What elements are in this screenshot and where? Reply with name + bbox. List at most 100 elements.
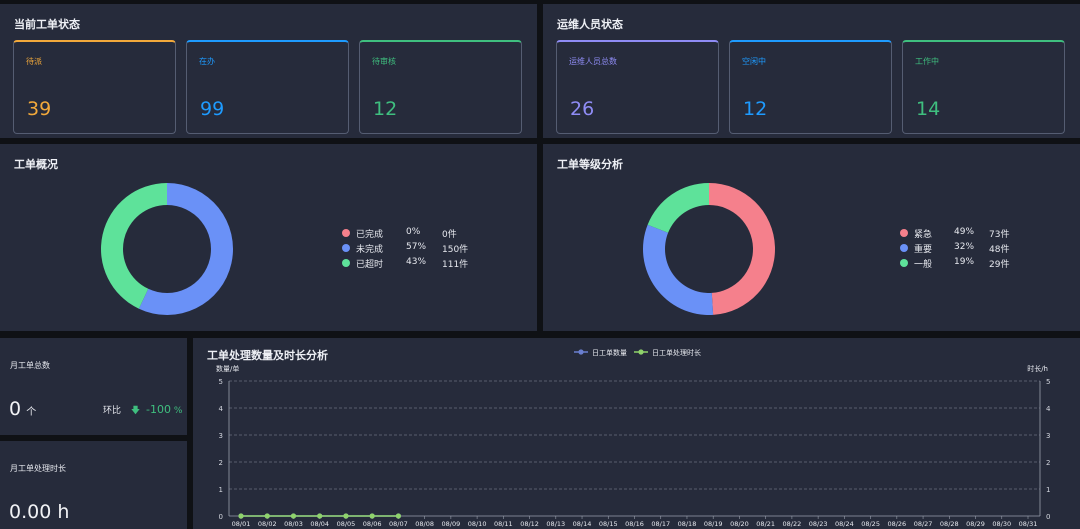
legend-name: 已完成 (356, 230, 384, 240)
x-tick-label: 08/03 (284, 520, 303, 528)
compare-row: 环比 🡇 -100 % (103, 403, 182, 419)
pending-review-card[interactable]: 待审核 12 (359, 40, 522, 134)
y2-tick-label: 5 (1046, 378, 1050, 386)
monthly-total-panel: 月工单总数 0 个 环比 🡇 -100 % (0, 338, 187, 435)
donut-segment[interactable] (100, 183, 167, 309)
y-tick-label: 0 (219, 513, 223, 521)
compare-unit: % (173, 406, 183, 416)
legend-dot (342, 229, 350, 237)
x-tick-label: 08/29 (966, 520, 985, 528)
y2-tick-label: 3 (1046, 432, 1050, 440)
donut-segments (643, 183, 776, 315)
idle-staff-card[interactable]: 空闲中 12 (729, 40, 892, 134)
monthly-total-label: 月工单总数 (10, 361, 50, 370)
trend-chart-panel: 工单处理数量及时长分析 0 0 1 1 2 2 3 3 4 4 5 5 数量/单 时长/h 08/01 08/… (193, 338, 1080, 529)
x-tick-label: 08/17 (651, 520, 670, 528)
data-point[interactable] (317, 513, 323, 519)
y2-tick-label: 2 (1046, 459, 1050, 467)
legend-pct: 57% (406, 242, 427, 252)
overview-donut[interactable] (100, 182, 234, 316)
legend-count: 150件 (442, 245, 469, 255)
legend-name: 一般 (914, 260, 933, 270)
staff-status-panel: 运维人员状态 运维人员总数 26 空闲中 12 工作中 14 (543, 4, 1080, 138)
legend-pct: 19% (954, 257, 975, 267)
x-tick-label: 08/31 (1019, 520, 1038, 528)
x-tick-label: 08/23 (809, 520, 828, 528)
legend-pct: 43% (406, 257, 427, 267)
y-tick-label: 1 (219, 486, 223, 494)
card-value: 39 (27, 98, 52, 120)
x-tick-label: 08/04 (310, 520, 329, 528)
legend-name: 重要 (914, 245, 933, 255)
legend-pct: 49% (954, 227, 975, 237)
card-value: 12 (743, 98, 768, 120)
data-point[interactable] (238, 513, 244, 519)
panel-title: 工单概况 (14, 158, 58, 171)
legend-pct: 32% (954, 242, 975, 252)
level-donut[interactable] (642, 182, 776, 316)
monthly-duration-panel: 月工单处理时长 0.00 h (0, 441, 187, 529)
compare-label: 环比 (103, 406, 122, 416)
legend-count: 29件 (989, 260, 1010, 270)
card-label: 运维人员总数 (569, 57, 617, 66)
y2-axis-label: 时长/h (1027, 364, 1048, 373)
legend-label[interactable]: 日工单数量 (592, 348, 627, 357)
card-value: 99 (200, 98, 225, 120)
legend-name: 未完成 (356, 245, 384, 255)
arrow-down-icon: 🡇 (130, 406, 141, 416)
level-legend: 紧急 49% 73件 重要 32% 48件 一般 19% 29件 (900, 227, 1060, 271)
legend-dot (342, 244, 350, 252)
legend-pct: 0% (406, 227, 421, 237)
legend-count: 73件 (989, 230, 1010, 240)
y2-tick-label: 1 (1046, 486, 1050, 494)
overview-legend: 已完成 0% 0件 未完成 57% 150件 已超时 43% 111件 (342, 227, 502, 271)
overview-panel: 工单概况 已完成 0% 0件 未完成 57% 150件 已超时 43% 111件 (0, 144, 537, 331)
working-staff-card[interactable]: 工作中 14 (902, 40, 1065, 134)
data-point[interactable] (290, 513, 297, 519)
legend-count: 0件 (442, 230, 457, 240)
y-tick-label: 5 (219, 378, 223, 386)
x-tick-label: 08/02 (258, 520, 277, 528)
card-label: 空闲中 (742, 57, 766, 66)
panel-title: 运维人员状态 (557, 18, 623, 31)
legend-marker[interactable] (578, 349, 584, 355)
data-point[interactable] (264, 513, 270, 519)
x-tick-label: 08/25 (861, 520, 880, 528)
donut-segments (100, 183, 233, 315)
x-tick-label: 08/16 (625, 520, 644, 528)
x-tick-label: 08/13 (546, 520, 565, 528)
pending-dispatch-card[interactable]: 待派 39 (13, 40, 176, 134)
work-order-status-panel: 当前工单状态 待派 39 在办 99 待审核 12 (0, 4, 537, 138)
legend-count: 48件 (989, 245, 1010, 255)
legend-dot (342, 259, 350, 267)
y-tick-label: 3 (219, 432, 223, 440)
data-point[interactable] (343, 513, 349, 519)
legend-marker[interactable] (638, 349, 644, 355)
data-point[interactable] (369, 513, 375, 519)
panel-title: 当前工单状态 (14, 18, 80, 31)
card-label: 工作中 (915, 57, 939, 66)
y2-tick-label: 0 (1046, 513, 1050, 521)
x-tick-label: 08/12 (520, 520, 539, 528)
legend-label[interactable]: 日工单处理时长 (652, 348, 701, 357)
data-point[interactable] (395, 513, 401, 519)
trend-chart[interactable]: 0 0 1 1 2 2 3 3 4 4 5 5 数量/单 时长/h 08/01 08/02 08/03 08/04… (193, 338, 1080, 529)
legend-name: 已超时 (356, 260, 384, 270)
x-tick-label: 08/08 (415, 520, 434, 528)
x-tick-label: 08/05 (337, 520, 356, 528)
x-tick-label: 08/22 (783, 520, 802, 528)
x-tick-label: 08/28 (940, 520, 959, 528)
monthly-duration-value: 0.00 h (9, 501, 70, 523)
donut-segment[interactable] (709, 183, 776, 315)
donut-segment[interactable] (647, 183, 709, 233)
in-progress-card[interactable]: 在办 99 (186, 40, 349, 134)
x-tick-label: 08/11 (494, 520, 513, 528)
total-staff-card[interactable]: 运维人员总数 26 (556, 40, 719, 134)
compare-value: -100 (146, 403, 171, 416)
legend-dot (900, 229, 908, 237)
donut-segment[interactable] (643, 224, 714, 315)
x-tick-label: 08/19 (704, 520, 723, 528)
x-tick-label: 08/20 (730, 520, 749, 528)
x-tick-label: 08/14 (573, 520, 592, 528)
card-label: 在办 (199, 57, 215, 66)
